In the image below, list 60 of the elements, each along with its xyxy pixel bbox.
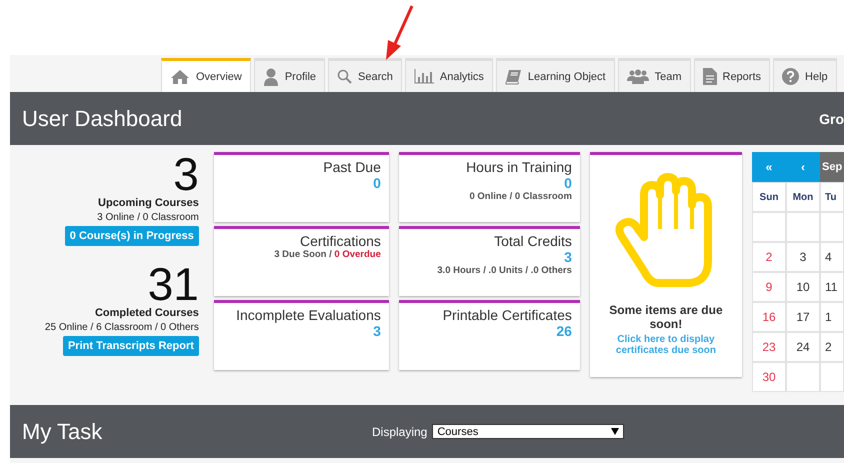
nav-tab[interactable]: Profile	[254, 58, 326, 92]
calendar-day[interactable]: 16	[752, 302, 786, 332]
calendar-cell	[786, 212, 820, 242]
calendar-day[interactable]: 4	[820, 242, 844, 272]
calendar-day[interactable]: 2	[820, 332, 844, 362]
filter-dropdown[interactable]: Courses	[432, 424, 624, 439]
weekday-label: Tu	[820, 182, 844, 212]
card-detail: 3.0 Hours / .0 Units / .0 Others	[437, 265, 572, 276]
course-count: 31	[148, 262, 199, 306]
dropdown-caret-icon	[611, 428, 620, 435]
home-icon	[170, 68, 190, 84]
card-title: Past Due	[323, 159, 381, 175]
card-detail: 0 Online / 0 Classroom	[469, 191, 572, 202]
card-title: Incomplete Evaluations	[236, 307, 381, 323]
card-title: Printable Certificates	[442, 307, 572, 323]
summary-label: Upcoming Courses	[98, 197, 199, 209]
header-label: Gro	[819, 110, 844, 126]
calendar-day[interactable]: 2	[752, 242, 786, 272]
task-title: My Task	[22, 418, 104, 444]
filter-label: Displaying	[372, 424, 428, 438]
calendar-day[interactable]: 11	[820, 272, 844, 302]
card-detail: 3 Due Soon / 0 Overdue	[274, 249, 381, 260]
summary-detail: 25 Online / 6 Classroom / 0 Others	[44, 322, 199, 333]
calendar-day[interactable]: 30	[752, 362, 786, 392]
nav-tab[interactable]: Search	[328, 58, 402, 92]
calendar-cell	[820, 362, 844, 392]
group-icon	[626, 69, 649, 84]
nav-tab[interactable]: Team	[618, 58, 690, 92]
help-icon	[782, 68, 800, 85]
calendar-day[interactable]: 1	[820, 302, 844, 332]
nav-tab[interactable]: Reports	[694, 58, 770, 92]
month-label[interactable]: Sep	[820, 152, 844, 182]
calendar-day[interactable]: 9	[752, 272, 786, 302]
calendar-day[interactable]: 24	[786, 332, 820, 362]
nav-tab[interactable]: Overview	[161, 58, 251, 92]
calendar-cell	[752, 212, 786, 242]
card-title: Certifications	[300, 233, 381, 249]
summary-detail: 3 Online / 0 Classroom	[97, 212, 199, 223]
card-title: Total Credits	[494, 233, 572, 249]
calendar-cell	[820, 212, 844, 242]
search-icon	[337, 69, 352, 84]
bar-chart-icon	[414, 69, 434, 84]
dashboard-title: User Dashboard	[22, 106, 182, 132]
nav-tab[interactable]: Analytics	[404, 58, 493, 92]
nav-tab[interactable]: Help	[773, 58, 837, 92]
card-title: Hours in Training	[466, 159, 572, 175]
calendar-day[interactable]: 23	[752, 332, 786, 362]
notice-message: Some items are due soon!	[608, 303, 724, 331]
calendar-day[interactable]: 10	[786, 272, 820, 302]
document-icon	[702, 68, 716, 85]
book-icon	[504, 68, 522, 84]
course-count: 3	[173, 152, 199, 196]
calendar-day[interactable]: 17	[786, 302, 820, 332]
summary-label: Completed Courses	[94, 307, 199, 319]
person-icon	[262, 68, 279, 86]
weekday-label: Mon	[786, 182, 820, 212]
calendar-day[interactable]: 3	[786, 242, 820, 272]
nav-tab[interactable]: Learning Object	[496, 58, 615, 92]
calendar-cell	[786, 362, 820, 392]
weekday-label: Sun	[752, 182, 786, 212]
